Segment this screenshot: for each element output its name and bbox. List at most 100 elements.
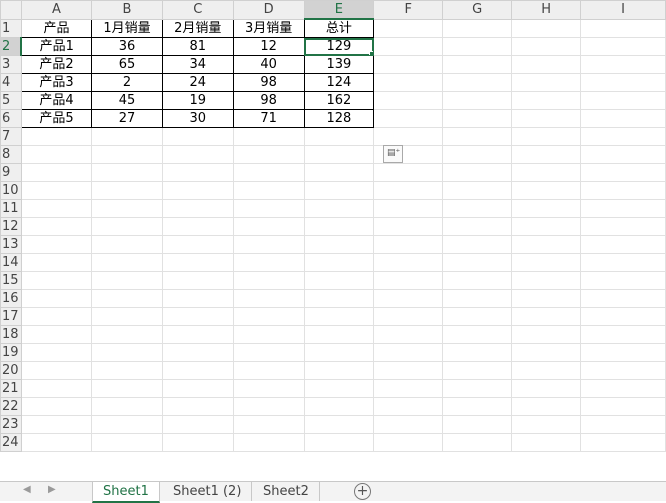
cell-b13[interactable] [91, 235, 163, 254]
cell-d1[interactable]: 3月销量 [232, 18, 305, 38]
cell-h24[interactable] [511, 433, 582, 452]
cell-i19[interactable] [580, 343, 666, 362]
cell-h21[interactable] [511, 379, 582, 398]
cell-e4[interactable]: 124 [303, 73, 375, 92]
cell-e10[interactable] [303, 181, 375, 200]
cell-g15[interactable] [442, 271, 513, 290]
cell-b5[interactable]: 45 [91, 91, 163, 110]
cell-h17[interactable] [511, 307, 582, 326]
cell-d2[interactable]: 12 [232, 37, 305, 56]
cell-e16[interactable] [303, 289, 375, 308]
cell-e13[interactable] [303, 235, 375, 254]
cell-e3[interactable]: 139 [303, 55, 375, 74]
cell-b21[interactable] [91, 379, 163, 398]
cell-d6[interactable]: 71 [232, 109, 305, 128]
cell-f19[interactable] [373, 343, 444, 362]
cell-b22[interactable] [91, 397, 163, 416]
cell-b24[interactable] [91, 433, 163, 452]
cell-g10[interactable] [442, 181, 513, 200]
cell-f4[interactable] [373, 73, 444, 92]
cell-e5[interactable]: 162 [303, 91, 375, 110]
cell-g11[interactable] [442, 199, 513, 218]
cell-e18[interactable] [303, 325, 375, 344]
cell-b10[interactable] [91, 181, 163, 200]
cell-g1[interactable] [442, 18, 513, 38]
cell-a12[interactable] [20, 217, 93, 236]
cell-g16[interactable] [442, 289, 513, 308]
cell-g3[interactable] [442, 55, 513, 74]
row-header[interactable]: 19 [0, 343, 22, 362]
cell-f21[interactable] [373, 379, 444, 398]
cell-i23[interactable] [580, 415, 666, 434]
cell-i7[interactable] [580, 127, 666, 146]
cell-g6[interactable] [442, 109, 513, 128]
cell-a20[interactable] [20, 361, 93, 380]
cell-h12[interactable] [511, 217, 582, 236]
cell-f12[interactable] [373, 217, 444, 236]
cell-i21[interactable] [580, 379, 666, 398]
cell-g8[interactable] [442, 145, 513, 164]
row-header[interactable]: 2 [0, 37, 23, 56]
cell-c21[interactable] [161, 379, 234, 398]
cell-f10[interactable] [373, 181, 444, 200]
cell-h5[interactable] [511, 91, 582, 110]
cell-i12[interactable] [580, 217, 666, 236]
row-header[interactable]: 7 [0, 127, 22, 146]
cell-f16[interactable] [373, 289, 444, 308]
cell-h10[interactable] [511, 181, 582, 200]
cell-c14[interactable] [161, 253, 234, 272]
row-header[interactable]: 14 [0, 253, 22, 272]
cell-b2[interactable]: 36 [91, 37, 163, 56]
row-header[interactable]: 22 [0, 397, 22, 416]
cell-i20[interactable] [580, 361, 666, 380]
cell-b19[interactable] [91, 343, 163, 362]
cell-g14[interactable] [442, 253, 513, 272]
cell-e22[interactable] [303, 397, 375, 416]
column-header-e[interactable]: E [303, 0, 375, 20]
cell-h14[interactable] [511, 253, 582, 272]
row-header[interactable]: 10 [0, 181, 22, 200]
cell-e24[interactable] [303, 433, 375, 452]
cell-c2[interactable]: 81 [161, 37, 234, 56]
cell-d20[interactable] [232, 361, 305, 380]
cell-g9[interactable] [442, 163, 513, 182]
cell-d18[interactable] [232, 325, 305, 344]
cell-g21[interactable] [442, 379, 513, 398]
row-header[interactable]: 16 [0, 289, 22, 308]
cell-b8[interactable] [91, 145, 163, 164]
cell-c5[interactable]: 19 [161, 91, 234, 110]
column-header-i[interactable]: I [580, 0, 666, 20]
cell-d11[interactable] [232, 199, 305, 218]
cell-e6[interactable]: 128 [303, 109, 375, 128]
cell-i22[interactable] [580, 397, 666, 416]
cell-f5[interactable] [373, 91, 444, 110]
cell-c8[interactable] [161, 145, 234, 164]
cell-i2[interactable] [580, 37, 666, 56]
cell-g18[interactable] [442, 325, 513, 344]
cell-a5[interactable]: 产品4 [20, 91, 93, 110]
cell-b12[interactable] [91, 217, 163, 236]
cell-b1[interactable]: 1月销量 [91, 18, 163, 38]
select-all-corner[interactable] [0, 0, 22, 20]
cell-d24[interactable] [232, 433, 305, 452]
cell-h22[interactable] [511, 397, 582, 416]
cell-d19[interactable] [232, 343, 305, 362]
cell-f9[interactable] [373, 163, 444, 182]
cell-b3[interactable]: 65 [91, 55, 163, 74]
cell-d22[interactable] [232, 397, 305, 416]
cell-a22[interactable] [20, 397, 93, 416]
cell-a15[interactable] [20, 271, 93, 290]
cell-g12[interactable] [442, 217, 513, 236]
cell-b17[interactable] [91, 307, 163, 326]
cell-b6[interactable]: 27 [91, 109, 163, 128]
cell-f23[interactable] [373, 415, 444, 434]
cell-a14[interactable] [20, 253, 93, 272]
add-sheet-button[interactable]: + [354, 483, 371, 500]
fill-handle[interactable] [369, 51, 373, 55]
column-header-f[interactable]: F [373, 0, 444, 20]
cell-i14[interactable] [580, 253, 666, 272]
cell-e11[interactable] [303, 199, 375, 218]
cell-e12[interactable] [303, 217, 375, 236]
cell-e1[interactable]: 总计 [303, 18, 375, 38]
tab-sheet1-2[interactable]: Sheet1 (2) [163, 482, 253, 501]
